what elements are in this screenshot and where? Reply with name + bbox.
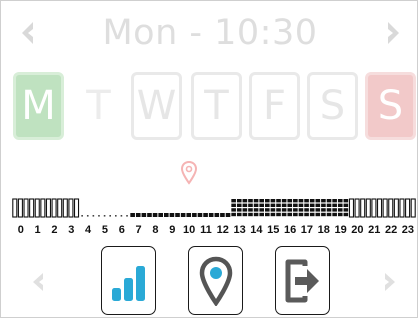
day-thursday[interactable]: T (191, 72, 242, 140)
hour-label: 20 (351, 224, 364, 236)
day-time-title: Mon - 10:30 (102, 13, 318, 53)
day-wednesday[interactable]: W (131, 72, 182, 140)
hour-label: 17 (300, 224, 314, 236)
day-friday[interactable]: F (249, 72, 300, 140)
hour-segment-6[interactable] (115, 215, 128, 217)
hour-label: 22 (384, 224, 398, 236)
hour-label: 10 (182, 224, 196, 236)
day-saturday[interactable]: S (307, 72, 358, 140)
hour-segment-13[interactable] (231, 199, 248, 217)
hour-segment-15[interactable] (265, 199, 281, 217)
hour-segment-16[interactable] (281, 199, 298, 217)
hour-segment-8[interactable] (147, 213, 163, 217)
hour-label: 19 (334, 224, 347, 236)
hour-segment-2[interactable] (45, 198, 63, 218)
hour-label: 18 (317, 224, 330, 236)
exit-icon (285, 259, 319, 302)
hour-label: 16 (283, 224, 297, 236)
hour-label: 13 (233, 224, 246, 236)
hour-label: 3 (68, 224, 75, 236)
hour-segment-18[interactable] (315, 199, 332, 217)
hour-label: 12 (216, 224, 229, 236)
signal-button[interactable] (101, 246, 156, 315)
hour-segment-3[interactable] (62, 198, 80, 218)
hour-segment-20[interactable] (348, 198, 366, 218)
hour-label: 0 (17, 224, 24, 236)
hour-segment-9[interactable] (164, 213, 180, 217)
hour-label: 23 (401, 224, 415, 236)
hour-label: 4 (85, 224, 92, 236)
hour-segment-0[interactable] (12, 198, 29, 218)
next-day-chevron-icon[interactable] (384, 20, 402, 46)
hour-segment-1[interactable] (29, 198, 46, 218)
hour-label: 5 (101, 224, 108, 236)
hour-segment-11[interactable] (197, 213, 214, 217)
hour-label: 7 (135, 224, 142, 236)
map-pin-icon (181, 161, 197, 185)
hour-schedule-bar[interactable] (12, 196, 416, 218)
hour-label: 21 (368, 224, 381, 236)
day-sunday[interactable]: S (365, 72, 416, 140)
hour-label: 1 (34, 224, 41, 236)
exit-button[interactable] (275, 246, 330, 315)
hour-label: 14 (250, 224, 263, 236)
hour-segment-10[interactable] (180, 213, 197, 217)
day-tuesday[interactable]: T (73, 72, 124, 140)
location-button[interactable] (188, 246, 243, 315)
hour-label: 6 (118, 224, 125, 236)
hour-label: 11 (200, 224, 212, 236)
hour-segment-14[interactable] (248, 199, 264, 217)
hour-segment-4[interactable] (81, 215, 95, 217)
prev-page-chevron-icon[interactable] (31, 271, 47, 293)
hour-segment-5[interactable] (98, 215, 111, 217)
day-monday[interactable]: M (13, 72, 64, 140)
hour-segment-7[interactable] (130, 213, 147, 217)
hour-label: 15 (267, 224, 280, 236)
hour-segment-12[interactable] (214, 213, 231, 217)
hour-segment-17[interactable] (298, 199, 315, 217)
hour-segment-23[interactable] (399, 198, 416, 218)
hour-segment-22[interactable] (382, 198, 399, 218)
location-marker-icon (199, 256, 232, 306)
hour-label: 2 (51, 224, 58, 236)
signal-bars-icon (111, 265, 145, 301)
hour-axis: 0 1 2 3 4 5 6 7 8 9 10 11 12 13 14 15 16 17 18 19 20 21 22 23 (12, 224, 416, 238)
hour-label: 8 (152, 224, 159, 236)
next-page-chevron-icon[interactable] (381, 271, 397, 293)
hour-label: 9 (169, 224, 176, 236)
hour-segment-19[interactable] (332, 199, 349, 217)
hour-segment-21[interactable] (365, 198, 383, 218)
